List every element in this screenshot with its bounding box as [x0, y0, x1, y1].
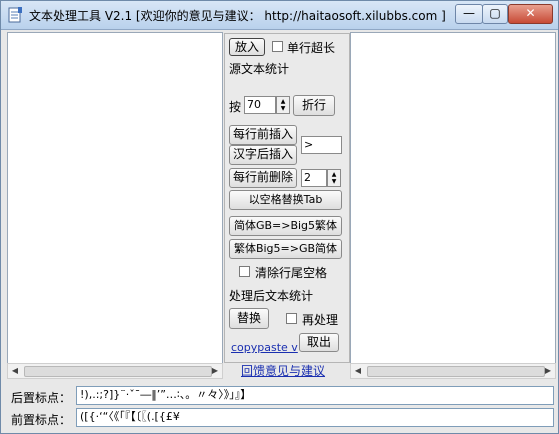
app-window: 文本处理工具 V2.1 [欢迎你的意见与建议： http://haitaosof…	[0, 0, 559, 434]
control-panel: 放入 单行超长 源文本统计 按 70 ▲ ▼ 折行 每行前插入 汉字后插入 > …	[224, 33, 350, 363]
delete-count-input[interactable]: 2	[301, 169, 327, 187]
notepad-app-icon	[8, 7, 22, 23]
result-horizontal-scrollbar[interactable]: ◀ ▶	[350, 363, 556, 379]
trim-trailing-checkbox[interactable]	[239, 266, 250, 277]
title-bar: 文本处理工具 V2.1 [欢迎你的意见与建议： http://haitaosof…	[1, 1, 558, 30]
fold-button[interactable]: 折行	[293, 95, 335, 116]
leading-punctuation-label: 前置标点：	[11, 413, 72, 427]
result-text-area[interactable]	[350, 32, 556, 364]
cancel-button[interactable]: 取出	[299, 333, 339, 352]
scroll-right-arrow-icon[interactable]: ▶	[542, 365, 554, 377]
trailing-punctuation-label: 后置标点：	[11, 391, 72, 405]
maximize-button[interactable]: ▢	[482, 4, 508, 24]
trim-trailing-label: 清除行尾空格	[255, 266, 328, 280]
spin-up-arrow-icon[interactable]: ▲	[328, 171, 340, 178]
scroll-left-arrow-icon[interactable]: ◀	[352, 365, 364, 377]
source-text-area[interactable]	[7, 32, 223, 364]
insert-line-start-button[interactable]: 每行前插入	[229, 125, 297, 145]
delete-count-spinner[interactable]: ▲ ▼	[327, 169, 341, 187]
put-in-button[interactable]: 放入	[229, 38, 265, 56]
spin-down-arrow-icon[interactable]: ▼	[328, 178, 340, 185]
reprocess-label: 再处理	[302, 313, 339, 327]
spin-up-arrow-icon[interactable]: ▲	[277, 98, 289, 105]
window-title: 文本处理工具 V2.1 [欢迎你的意见与建议： http://haitaosof…	[29, 9, 446, 23]
gb-to-big5-button[interactable]: 简体GB=>Big5繁体	[229, 216, 342, 236]
source-horizontal-scrollbar[interactable]: ◀ ▶	[7, 363, 223, 379]
single-line-too-long-checkbox[interactable]	[272, 41, 283, 52]
minimize-button[interactable]: —	[455, 4, 483, 24]
single-line-too-long-label: 单行超长	[287, 41, 336, 55]
leading-punctuation-input[interactable]: ([{·‘“〈《「『【〔〖(.[{£¥	[76, 408, 554, 427]
wrap-by-label: 按	[229, 100, 242, 114]
trailing-punctuation-input[interactable]: !),.:;?]}¨·ˇˉ―‖’”…∶、。〃々〉》」』】	[76, 386, 554, 405]
copypaste-link[interactable]: copypaste v	[231, 341, 298, 354]
reprocess-checkbox[interactable]	[286, 313, 297, 324]
wrap-width-input[interactable]: 70	[244, 96, 276, 114]
processed-stats-label: 处理后文本统计	[229, 289, 314, 303]
scroll-left-arrow-icon[interactable]: ◀	[9, 365, 21, 377]
insert-text-input[interactable]: >	[301, 136, 342, 154]
insert-after-han-button[interactable]: 汉字后插入	[229, 145, 297, 165]
wrap-width-spinner[interactable]: ▲ ▼	[276, 96, 290, 114]
scroll-thumb[interactable]	[24, 366, 212, 377]
feedback-link[interactable]: 回馈意见与建议	[241, 362, 325, 379]
spin-down-arrow-icon[interactable]: ▼	[277, 105, 289, 112]
replace-button[interactable]: 替换	[229, 308, 269, 329]
scroll-right-arrow-icon[interactable]: ▶	[209, 365, 221, 377]
space-to-tab-button[interactable]: 以空格替换Tab	[229, 190, 342, 210]
close-button[interactable]: ✕	[508, 4, 553, 24]
big5-to-gb-button[interactable]: 繁体Big5=>GB简体	[229, 239, 342, 259]
scroll-thumb[interactable]	[367, 366, 545, 377]
source-stats-label: 源文本统计	[229, 62, 290, 76]
delete-line-start-button[interactable]: 每行前删除	[229, 168, 297, 188]
